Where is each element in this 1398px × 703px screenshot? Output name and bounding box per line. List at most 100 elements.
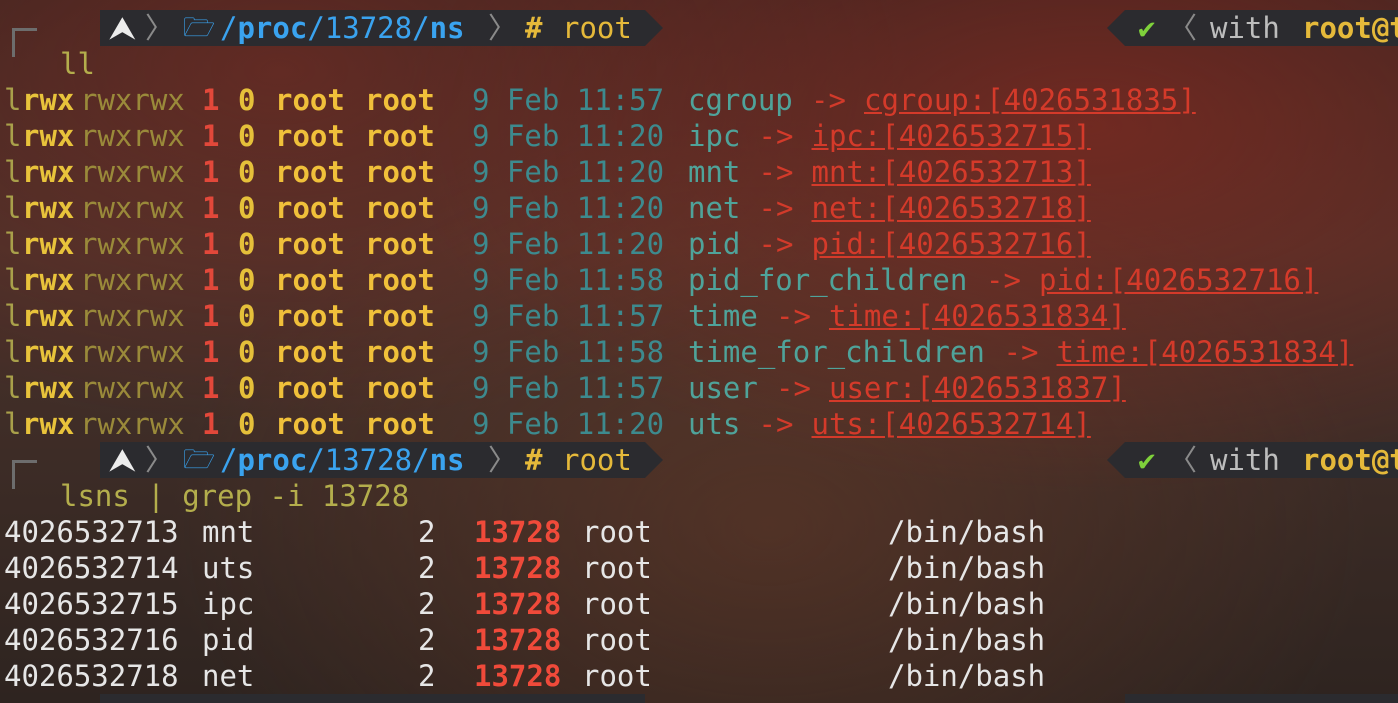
prompt-right-arrow bbox=[1107, 442, 1125, 478]
ls-owner: root bbox=[275, 227, 345, 261]
ls-perm-l: l bbox=[4, 407, 22, 441]
prompt-user: root bbox=[562, 443, 632, 477]
ls-link-arrow: -> bbox=[776, 299, 811, 333]
ls-perm-rest: rwxrwx bbox=[80, 407, 185, 441]
ls-links: 1 bbox=[202, 335, 220, 369]
cwd-path: /proc/13728/ns bbox=[220, 443, 465, 477]
lsns-nprocs: 2 bbox=[418, 551, 436, 585]
ls-link-target[interactable]: time:[4026531834] bbox=[829, 298, 1126, 334]
ls-name: pid_for_children bbox=[688, 263, 968, 297]
lsns-command: /bin/bash bbox=[888, 659, 1046, 693]
ls-perm-rwx: rwx bbox=[22, 119, 75, 153]
ls-date: 9 Feb 11:58 bbox=[472, 335, 665, 369]
ls-date: 9 Feb 11:57 bbox=[472, 299, 665, 333]
ls-perm-rwx: rwx bbox=[22, 155, 75, 189]
ls-links: 1 bbox=[202, 155, 220, 189]
ls-perm-l: l bbox=[4, 83, 22, 117]
ls-size: 0 bbox=[238, 119, 256, 153]
prompt-bracket bbox=[12, 460, 37, 489]
ls-perm-rest: rwxrwx bbox=[80, 263, 185, 297]
ls-name: time_for_children bbox=[688, 335, 985, 369]
prompt-with-label: with bbox=[1210, 11, 1280, 45]
ls-group: root bbox=[365, 227, 435, 261]
status-ok-icon: ✔ bbox=[1138, 443, 1156, 477]
ls-link-arrow: -> bbox=[986, 263, 1021, 297]
ls-row: l rwx rwxrwx 1 0 root root 9 Feb 11:20 pid -> pid:… bbox=[0, 226, 1398, 262]
ls-date: 9 Feb 11:20 bbox=[472, 191, 665, 225]
ls-link-target[interactable]: cgroup:[4026531835] bbox=[864, 82, 1196, 118]
ls-row: l rwx rwxrwx 1 0 root root 9 Feb 11:57 user -> use… bbox=[0, 370, 1398, 406]
ls-row: l rwx rwxrwx 1 0 root root 9 Feb 11:57 cgroup -> c… bbox=[0, 82, 1398, 118]
ls-perm-rest: rwxrwx bbox=[80, 371, 185, 405]
ls-link-target[interactable]: ipc:[4026532715] bbox=[812, 118, 1091, 154]
prompt-user: root bbox=[562, 11, 632, 45]
ls-size: 0 bbox=[238, 299, 256, 333]
lsns-type: mnt bbox=[202, 515, 255, 549]
ls-group: root bbox=[365, 119, 435, 153]
ls-link-arrow: -> bbox=[758, 155, 794, 189]
command-line: lsns | grep -i 13728 bbox=[60, 479, 410, 513]
ls-group: root bbox=[365, 155, 435, 189]
separator-chevron-icon: 〈 bbox=[1168, 11, 1198, 45]
ls-link-target[interactable]: uts:[4026532714] bbox=[812, 406, 1091, 442]
ls-group: root bbox=[365, 371, 435, 405]
ls-owner: root bbox=[275, 155, 345, 189]
ls-date: 9 Feb 11:20 bbox=[472, 227, 665, 261]
prompt-left-segment bbox=[100, 694, 645, 703]
lsns-ns: 4026532716 bbox=[4, 623, 179, 657]
lsns-ns: 4026532714 bbox=[4, 551, 179, 585]
ls-links: 1 bbox=[202, 227, 220, 261]
ls-perm-rwx: rwx bbox=[22, 335, 75, 369]
ls-link-target[interactable]: mnt:[4026532713] bbox=[812, 154, 1091, 190]
ls-group: root bbox=[365, 263, 435, 297]
lsns-type: ipc bbox=[202, 587, 255, 621]
ls-name: user bbox=[688, 371, 758, 405]
ls-link-target[interactable]: net:[4026532718] bbox=[812, 190, 1091, 226]
lsns-user: root bbox=[582, 587, 652, 621]
lsns-command: /bin/bash bbox=[888, 623, 1046, 657]
ls-links: 1 bbox=[202, 119, 220, 153]
ls-perm-rwx: rwx bbox=[22, 227, 75, 261]
command-line: ll bbox=[60, 47, 95, 81]
prompt-bracket bbox=[12, 28, 37, 57]
prompt-bar: ⮝ 〉 🗁 /proc/13728/ns 〉 # root ✔ 〈 with r… bbox=[0, 10, 1398, 57]
terminal-screen[interactable]: ⮝ 〉 🗁 /proc/13728/ns 〉 # root ✔ 〈 with r… bbox=[0, 0, 1398, 703]
ls-perm-rwx: rwx bbox=[22, 407, 75, 441]
ls-link-target[interactable]: pid:[4026532716] bbox=[1039, 262, 1318, 298]
ls-owner: root bbox=[275, 119, 345, 153]
separator-chevron-icon: 〈 bbox=[1168, 443, 1198, 477]
ls-size: 0 bbox=[238, 191, 256, 225]
prompt-host-user: root@t bbox=[1302, 443, 1398, 477]
ls-perm-l: l bbox=[4, 335, 22, 369]
lsns-pid: 13728 bbox=[474, 659, 562, 693]
ls-link-target[interactable]: user:[4026531837] bbox=[829, 370, 1126, 406]
ls-perm-rest: rwxrwx bbox=[80, 191, 185, 225]
prompt-bar-partial bbox=[0, 694, 1398, 703]
ls-perm-l: l bbox=[4, 371, 22, 405]
os-logo-icon: ⮝ bbox=[110, 11, 135, 45]
ls-link-arrow: -> bbox=[1003, 335, 1039, 369]
ls-perm-rwx: rwx bbox=[22, 191, 75, 225]
ls-date: 9 Feb 11:20 bbox=[472, 155, 665, 189]
ls-link-arrow: -> bbox=[776, 371, 811, 405]
ls-link-target[interactable]: pid:[4026532716] bbox=[812, 226, 1091, 262]
ls-row: l rwx rwxrwx 1 0 root root 9 Feb 11:20 mnt -> mnt:… bbox=[0, 154, 1398, 190]
ls-perm-rwx: rwx bbox=[22, 263, 75, 297]
ls-size: 0 bbox=[238, 335, 256, 369]
ls-perm-rest: rwxrwx bbox=[80, 119, 185, 153]
ls-links: 1 bbox=[202, 407, 220, 441]
lsns-user: root bbox=[582, 623, 652, 657]
ls-owner: root bbox=[275, 407, 345, 441]
ls-date: 9 Feb 11:57 bbox=[472, 83, 665, 117]
ls-row: l rwx rwxrwx 1 0 root root 9 Feb 11:58 pid_for_c… bbox=[0, 262, 1398, 298]
ls-perm-l: l bbox=[4, 299, 22, 333]
ls-row: l rwx rwxrwx 1 0 root root 9 Feb 11:58 time_for_… bbox=[0, 334, 1398, 370]
ls-link-target[interactable]: time:[4026531834] bbox=[1057, 334, 1354, 370]
os-logo-icon: ⮝ bbox=[110, 443, 135, 477]
ls-group: root bbox=[365, 407, 435, 441]
lsns-type: uts bbox=[202, 551, 255, 585]
ls-row: l rwx rwxrwx 1 0 root root 9 Feb 11:20 ipc -> ipc:… bbox=[0, 118, 1398, 154]
ls-perm-l: l bbox=[4, 227, 22, 261]
lsns-type: pid bbox=[202, 623, 255, 657]
ls-links: 1 bbox=[202, 371, 220, 405]
